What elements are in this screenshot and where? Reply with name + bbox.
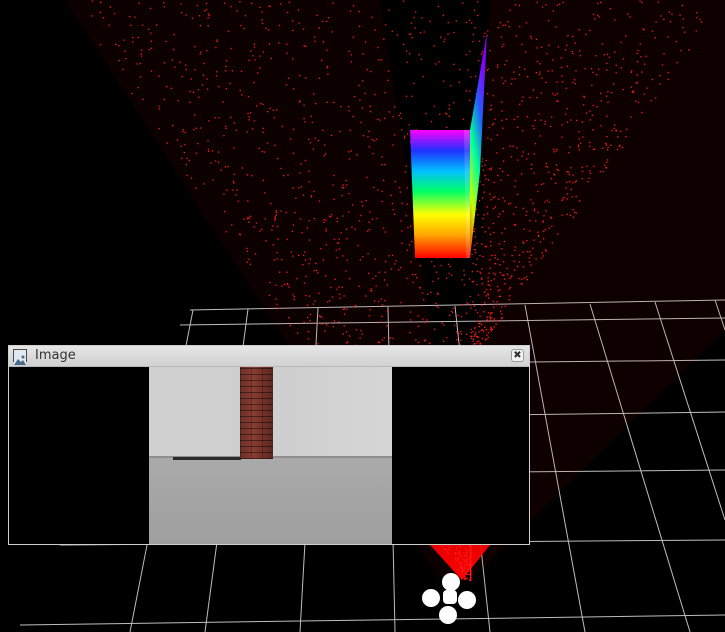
camera-shadow — [173, 457, 241, 460]
image-panel[interactable]: Image ✖ — [8, 345, 530, 545]
close-icon[interactable]: ✖ — [511, 349, 524, 362]
camera-floor — [149, 457, 392, 544]
quadcopter-marker-icon[interactable] — [422, 573, 476, 624]
obstacle-pointcloud — [410, 32, 487, 258]
image-icon — [13, 349, 27, 365]
image-panel-title: Image — [35, 348, 76, 363]
image-panel-titlebar[interactable]: Image ✖ — [9, 346, 529, 367]
camera-image-view — [9, 367, 529, 544]
brick-pillar — [240, 367, 273, 459]
